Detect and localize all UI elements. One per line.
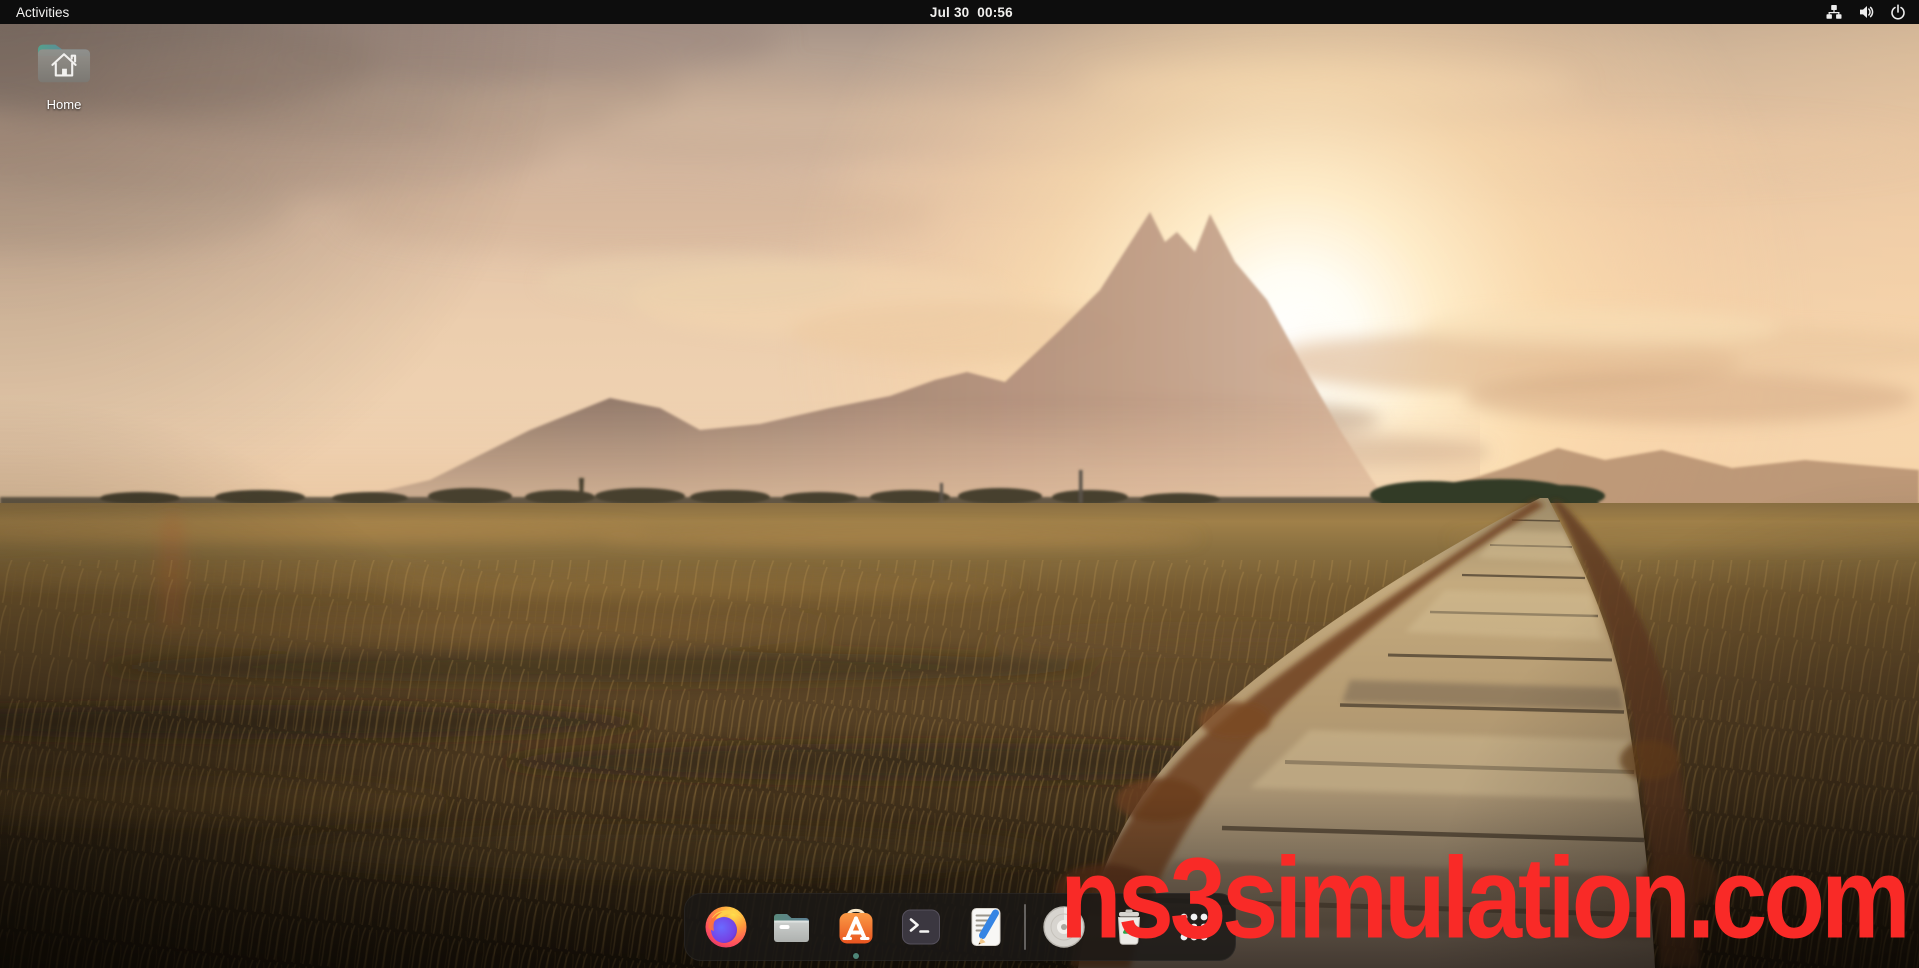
terminal-icon — [898, 904, 944, 950]
files-icon — [768, 904, 814, 950]
dock-separator — [1024, 904, 1026, 950]
desktop-icon-home[interactable]: Home — [22, 34, 106, 112]
clock-button[interactable]: Jul 30 00:56 — [906, 0, 1013, 35]
home-folder-icon — [33, 34, 95, 93]
activities-label: Activities — [16, 5, 69, 20]
top-panel: Activities Jul 30 00:56 — [0, 0, 1919, 24]
app-center-icon — [833, 904, 879, 950]
system-tray[interactable] — [1813, 0, 1919, 24]
desktop-screen: Activities Jul 30 00:56 — [0, 0, 1919, 968]
running-indicator — [853, 953, 859, 959]
power-icon — [1890, 4, 1906, 20]
text-editor-icon — [963, 904, 1009, 950]
dock-item-terminal[interactable] — [898, 904, 944, 950]
dock-item-text-editor[interactable] — [963, 904, 1009, 950]
firefox-icon — [703, 904, 749, 950]
activities-button[interactable]: Activities — [0, 0, 85, 24]
watermark-text: ns3simulation.com — [1060, 842, 1907, 957]
network-wired-icon — [1826, 4, 1842, 20]
wallpaper — [0, 0, 1919, 968]
dock-item-firefox[interactable] — [703, 904, 749, 950]
clock-label: Jul 30 00:56 — [930, 5, 1013, 20]
dock-item-files[interactable] — [768, 904, 814, 950]
volume-icon — [1858, 4, 1874, 20]
dock-item-app-center[interactable] — [833, 904, 879, 950]
home-icon-label: Home — [47, 97, 82, 112]
wallpaper-art — [0, 0, 1919, 968]
